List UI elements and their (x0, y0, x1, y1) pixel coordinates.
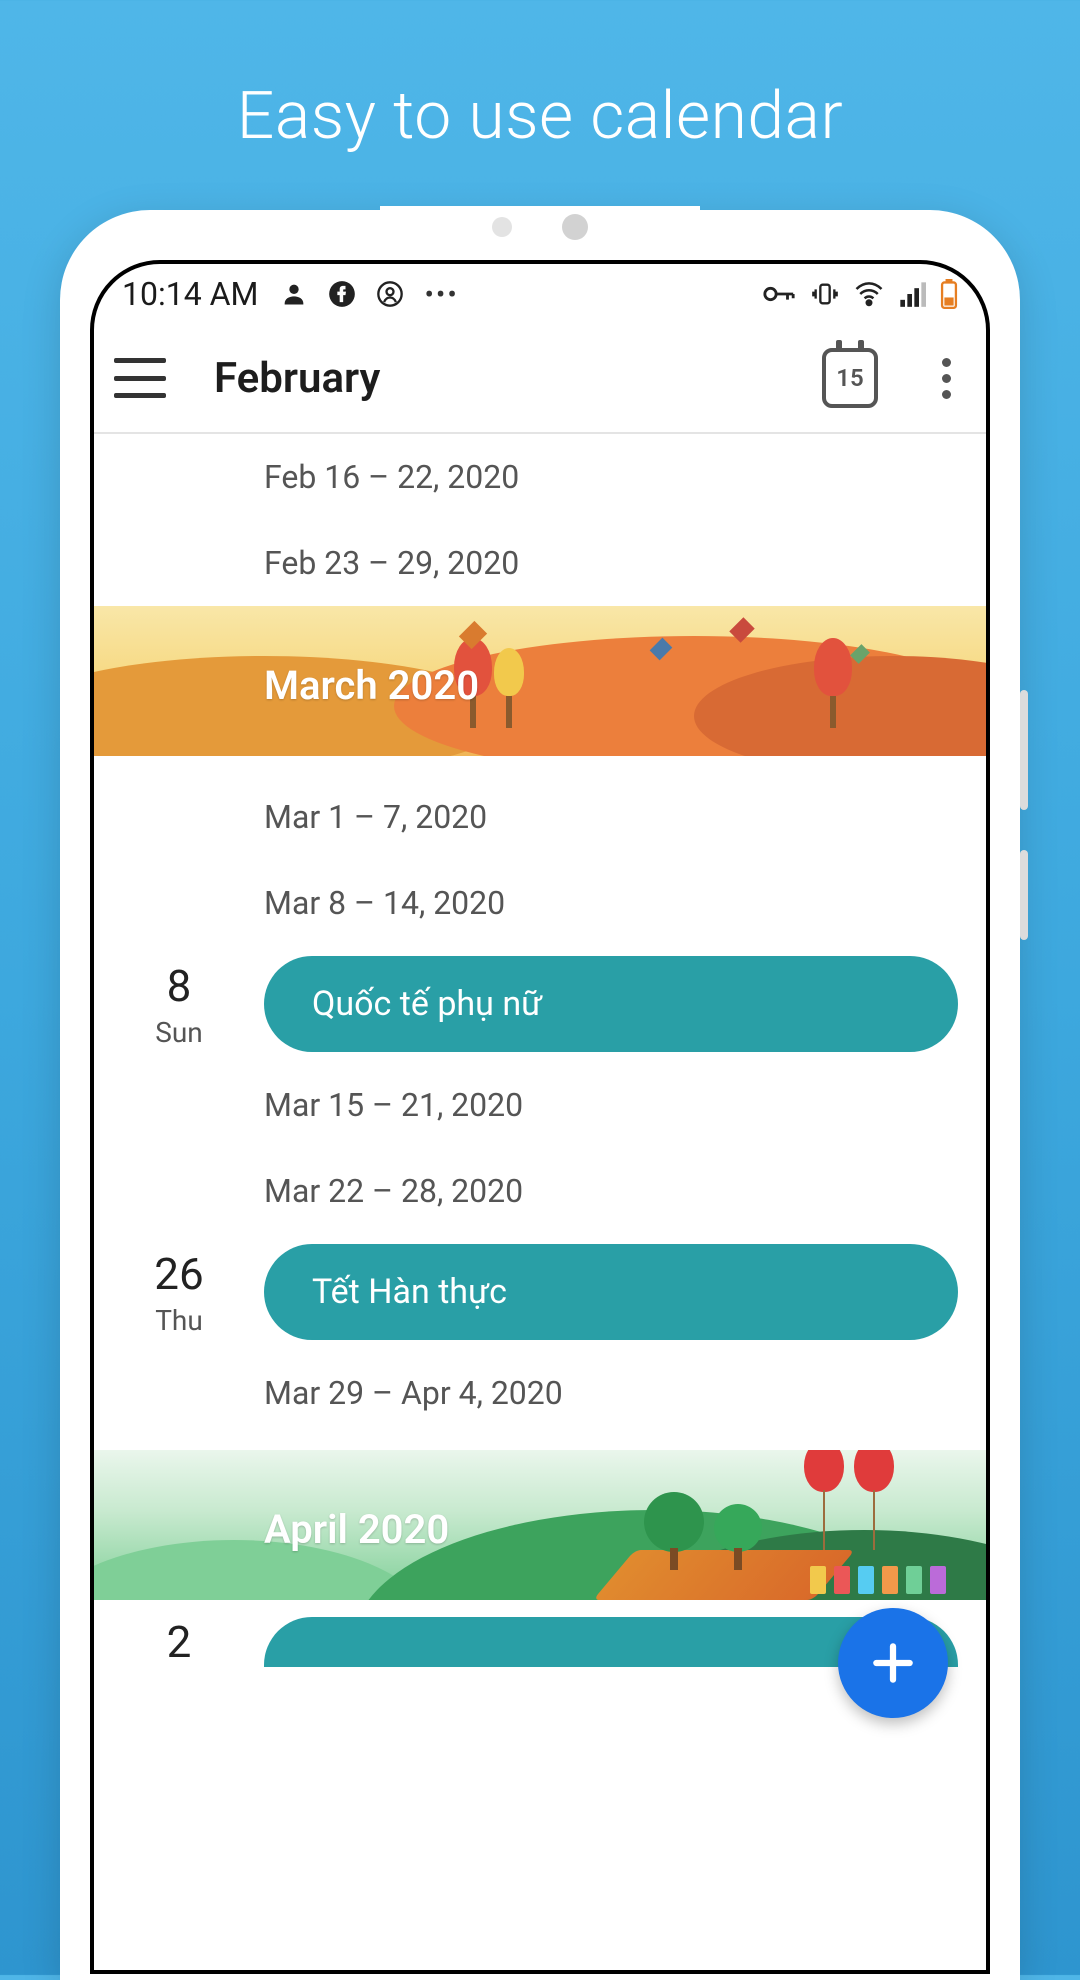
menu-button[interactable] (114, 358, 166, 398)
facebook-icon (328, 278, 356, 311)
event-day-number: 2 (94, 1616, 264, 1668)
balloon-icon (804, 1450, 844, 1492)
sensor-dot (492, 217, 512, 237)
contact-icon (280, 278, 308, 311)
flags-icon (810, 1566, 946, 1594)
week-range[interactable]: Mar 15 – 21, 2020 (94, 1062, 986, 1148)
signal-icon (898, 281, 926, 307)
week-range[interactable]: Feb 16 – 22, 2020 (94, 434, 986, 520)
camera-dot (562, 214, 588, 240)
page-title[interactable]: February (214, 354, 794, 403)
week-range[interactable]: Mar 29 – Apr 4, 2020 (94, 1350, 986, 1436)
event-title: Quốc tế phụ nữ (312, 984, 542, 1024)
event-date: 8 Sun (94, 960, 264, 1049)
week-range[interactable]: Mar 22 – 28, 2020 (94, 1148, 986, 1234)
create-event-fab[interactable] (838, 1608, 948, 1718)
status-clock: 10:14 AM (122, 275, 258, 313)
event-pill[interactable]: Quốc tế phụ nữ (264, 956, 958, 1052)
screen: 10:14 AM ••• (90, 260, 990, 1974)
event-day-of-week: Sun (94, 1016, 264, 1049)
event-row: 8 Sun Quốc tế phụ nữ (94, 946, 986, 1062)
today-day-number: 15 (836, 364, 863, 392)
tree-icon (714, 1504, 762, 1570)
agenda-list[interactable]: Feb 16 – 22, 2020 Feb 23 – 29, 2020 Marc… (94, 434, 986, 1668)
today-button[interactable]: 15 (822, 348, 878, 408)
week-range[interactable]: Mar 1 – 7, 2020 (94, 774, 986, 860)
promo-title: Easy to use calendar (0, 0, 1080, 155)
phone-frame: 10:14 AM ••• (60, 210, 1020, 1980)
event-day-of-week: Thu (94, 1304, 264, 1337)
event-title: Tết Hàn thực (312, 1272, 507, 1312)
event-date: 2 (94, 1616, 264, 1668)
week-range[interactable]: Mar 8 – 14, 2020 (94, 860, 986, 946)
app-icon (376, 278, 404, 311)
power-button (1020, 850, 1028, 940)
battery-icon (940, 279, 958, 309)
event-row: 26 Thu Tết Hàn thực (94, 1234, 986, 1350)
month-header-april[interactable]: April 2020 (94, 1450, 986, 1600)
month-header-march[interactable]: March 2020 (94, 606, 986, 756)
event-day-number: 26 (94, 1248, 264, 1300)
app-bar: February 15 (94, 324, 986, 434)
more-notifications-icon: ••• (424, 278, 458, 311)
tree-icon (814, 638, 852, 728)
status-bar: 10:14 AM ••• (94, 264, 986, 324)
event-day-number: 8 (94, 960, 264, 1012)
month-label: March 2020 (264, 662, 479, 709)
tree-icon (494, 648, 524, 728)
wifi-icon (854, 281, 884, 307)
tree-icon (644, 1492, 704, 1570)
plus-icon (868, 1638, 918, 1688)
week-range[interactable]: Feb 23 – 29, 2020 (94, 520, 986, 606)
event-pill[interactable]: Tết Hàn thực (264, 1244, 958, 1340)
vibrate-icon (810, 280, 840, 308)
key-icon (762, 280, 796, 308)
month-label: April 2020 (264, 1506, 449, 1553)
balloon-icon (854, 1450, 894, 1492)
event-date: 26 Thu (94, 1248, 264, 1337)
phone-notch (380, 206, 700, 248)
overflow-button[interactable] (926, 358, 966, 399)
volume-button (1020, 690, 1028, 810)
